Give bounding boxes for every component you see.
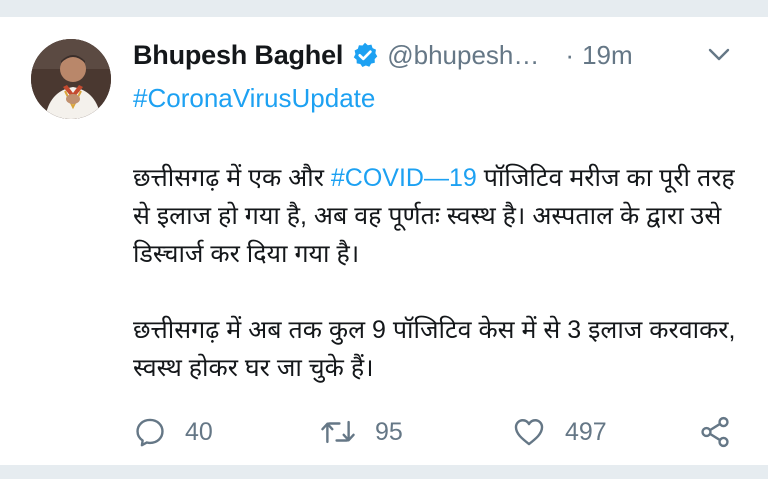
tweet-paragraph: छत्तीसगढ़ में एक और #COVID—19 पॉजिटिव मर… [133,159,753,273]
tweet-card[interactable]: Bhupesh Baghel @bhupesh… · 19m #CoronaVi… [0,17,768,465]
share-icon [698,415,732,449]
display-name[interactable]: Bhupesh Baghel [133,40,343,71]
chevron-down-icon[interactable] [705,45,733,65]
top-separator [0,0,768,17]
timestamp[interactable]: 19m [582,40,633,71]
heart-icon [511,415,547,449]
reply-icon [133,415,167,449]
reply-button[interactable]: 40 [133,412,213,452]
user-handle[interactable]: @bhupesh… [387,40,539,71]
like-count: 497 [565,417,607,446]
reply-count: 40 [185,417,213,446]
avatar-image [31,39,111,119]
share-button[interactable] [698,412,732,452]
tweet-paragraph: छत्तीसगढ़ में अब तक कुल 9 पॉजिटिव केस मे… [133,316,736,382]
like-button[interactable]: 497 [511,412,607,452]
verified-badge-icon [351,41,379,69]
hashtag-link[interactable]: #COVID—19 [331,164,477,192]
retweet-icon [319,415,357,449]
avatar[interactable] [31,39,111,119]
hashtag-link[interactable]: #CoronaVirusUpdate [133,83,375,114]
retweet-button[interactable]: 95 [319,412,403,452]
action-bar: 40 95 497 [133,412,743,452]
tweet-header: Bhupesh Baghel @bhupesh… · 19m [133,39,633,71]
retweet-count: 95 [375,417,403,446]
tweet-body: छत्तीसगढ़ में एक और #COVID—19 पॉजिटिव मर… [133,159,753,387]
bottom-separator [0,465,768,479]
tweet-text: छत्तीसगढ़ में एक और [133,164,331,192]
separator-dot: · [565,39,575,70]
